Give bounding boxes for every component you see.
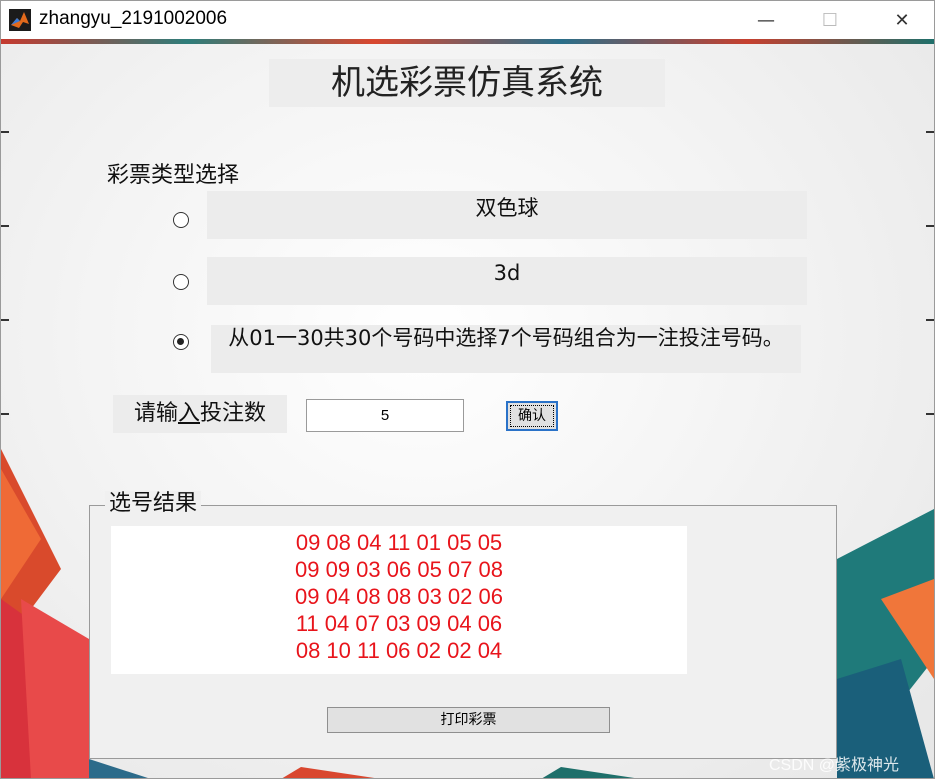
radio-3d[interactable] [173,274,189,290]
watermark: CSDN @紫极神光 [769,757,900,774]
bet-label-pre: 请输 [133,401,178,426]
window-title: zhangyu_2191002006 [39,8,228,29]
option-3d-label: 3d [207,257,807,305]
axis-tick [926,319,934,321]
minimize-button[interactable]: — [743,1,789,39]
result-line: 11 04 07 03 09 04 06 [295,611,503,636]
radio-double-color-ball[interactable] [173,212,189,228]
bet-count-input[interactable]: 5 [306,399,464,432]
axis-tick [1,131,9,133]
axis-tick [926,131,934,133]
axis-tick [1,319,9,321]
radio-30-choose-7[interactable] [173,334,189,350]
axis-tick [1,413,9,415]
option-30-choose-7-label: 从01一30共30个号码中选择7个号码组合为一注投注号码。 [211,325,801,373]
bet-label-post: 投注数 [200,401,267,426]
page-title: 机选彩票仿真系统 [269,59,665,107]
results-panel-title: 选号结果 [105,491,202,517]
result-line: 09 08 04 11 01 05 05 [295,530,503,555]
option-double-color-ball-label: 双色球 [207,191,807,239]
result-line: 09 09 03 06 05 07 08 [295,557,503,582]
bet-label-accelerator: 入 [177,401,200,426]
axis-tick [1,225,9,227]
title-bar: zhangyu_2191002006 — ☐ ✕ [1,1,934,39]
result-line: 09 04 08 08 03 02 06 [295,584,503,609]
matlab-app-icon [9,9,31,31]
app-window: zhangyu_2191002006 — ☐ ✕ 机选彩票仿真系统 彩票类型选择… [0,0,935,779]
figure-client-area: 机选彩票仿真系统 彩票类型选择 双色球 3d 从01一30共30个号码中选择7个… [1,39,934,778]
axis-tick [926,413,934,415]
result-line: 08 10 11 06 02 02 04 [295,638,503,663]
close-button[interactable]: ✕ [879,1,925,39]
print-lottery-button[interactable]: 打印彩票 [327,707,610,733]
bet-count-label: 请输入投注数 [113,395,287,433]
maximize-button[interactable]: ☐ [807,1,853,39]
lottery-type-label: 彩票类型选择 [107,163,240,188]
confirm-button[interactable]: 确认 [506,401,558,431]
axis-tick [926,225,934,227]
results-text-box: 09 08 04 11 01 05 05 09 09 03 06 05 07 0… [111,526,687,674]
